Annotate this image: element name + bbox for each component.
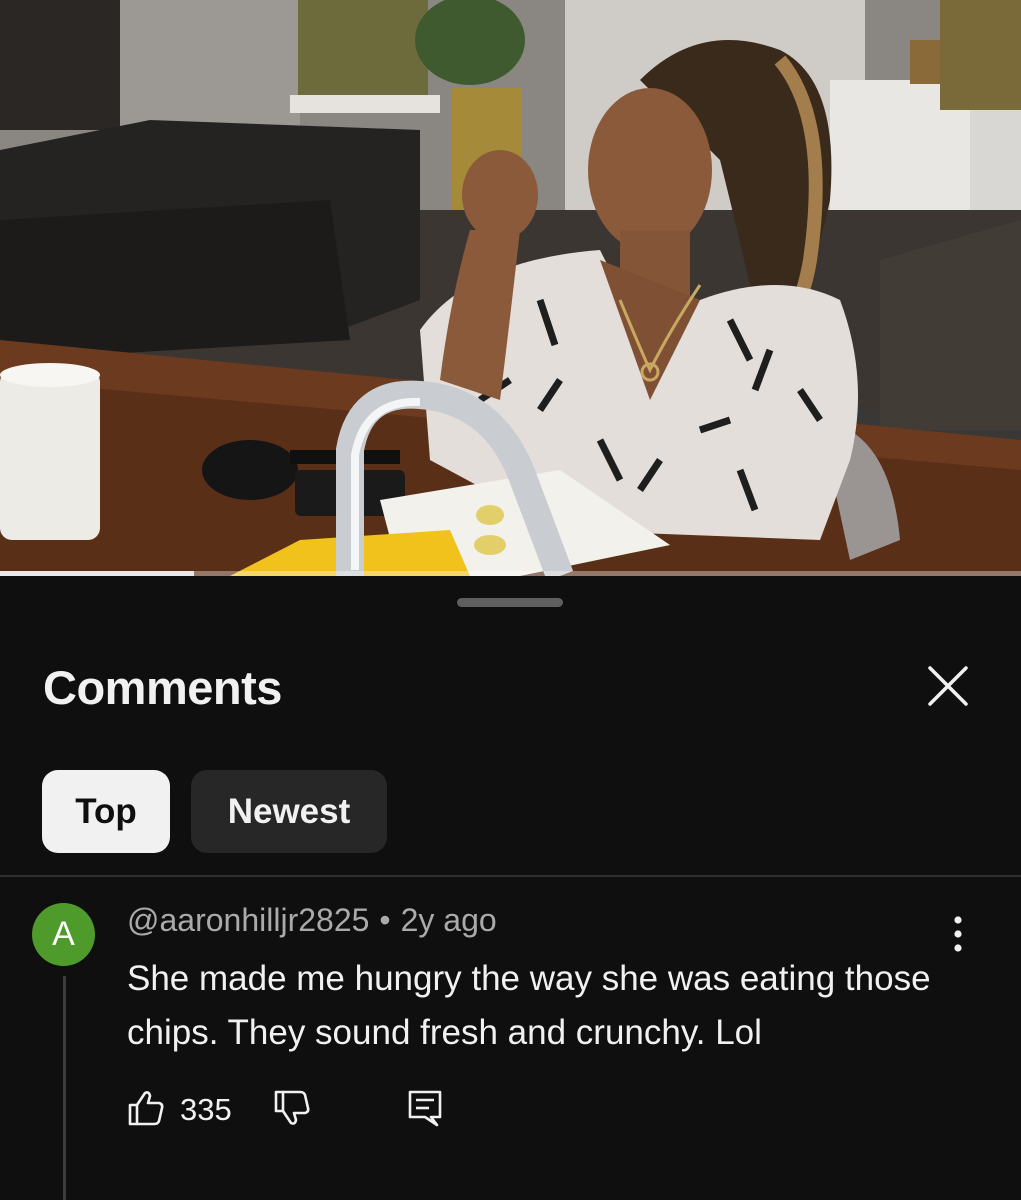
- like-button[interactable]: [126, 1088, 166, 1128]
- drag-handle[interactable]: [457, 598, 563, 607]
- reply-comment-icon: [408, 1090, 442, 1127]
- reply-thread-line: [63, 976, 66, 1200]
- video-progress-bar[interactable]: [0, 571, 1021, 576]
- comments-title: Comments: [43, 661, 282, 714]
- video-progress-fill: [0, 571, 194, 576]
- divider: [0, 875, 1021, 877]
- reply-button[interactable]: [405, 1088, 445, 1128]
- comment-author[interactable]: @aaronhilljr2825: [127, 902, 369, 938]
- comment-text: She made me hungry the way she was eatin…: [127, 959, 931, 1052]
- comment-more-button[interactable]: [938, 912, 978, 956]
- app-root: Comments Top Newest A @aaronhilljr2825 • 2…: [0, 0, 1021, 1200]
- comment-timestamp: 2y ago: [400, 902, 497, 938]
- thumbs-down-icon: [274, 1090, 310, 1125]
- like-count: 335: [180, 1092, 232, 1127]
- avatar[interactable]: A: [32, 903, 95, 966]
- dislike-button[interactable]: [272, 1088, 312, 1128]
- more-vertical-icon: [954, 916, 962, 952]
- video-frame-image: [0, 0, 1021, 576]
- comments-sheet: Comments Top Newest A @aaronhilljr2825 • 2…: [0, 578, 1021, 1200]
- meta-separator: •: [379, 902, 391, 938]
- thumbs-up-icon: [128, 1091, 164, 1126]
- close-icon: [928, 666, 968, 706]
- video-player[interactable]: [0, 0, 1021, 576]
- close-button[interactable]: [920, 658, 976, 714]
- filter-chip-newest[interactable]: Newest: [191, 770, 387, 853]
- comment-meta: @aaronhilljr2825 • 2y ago: [127, 902, 497, 939]
- filter-chip-top[interactable]: Top: [42, 770, 170, 853]
